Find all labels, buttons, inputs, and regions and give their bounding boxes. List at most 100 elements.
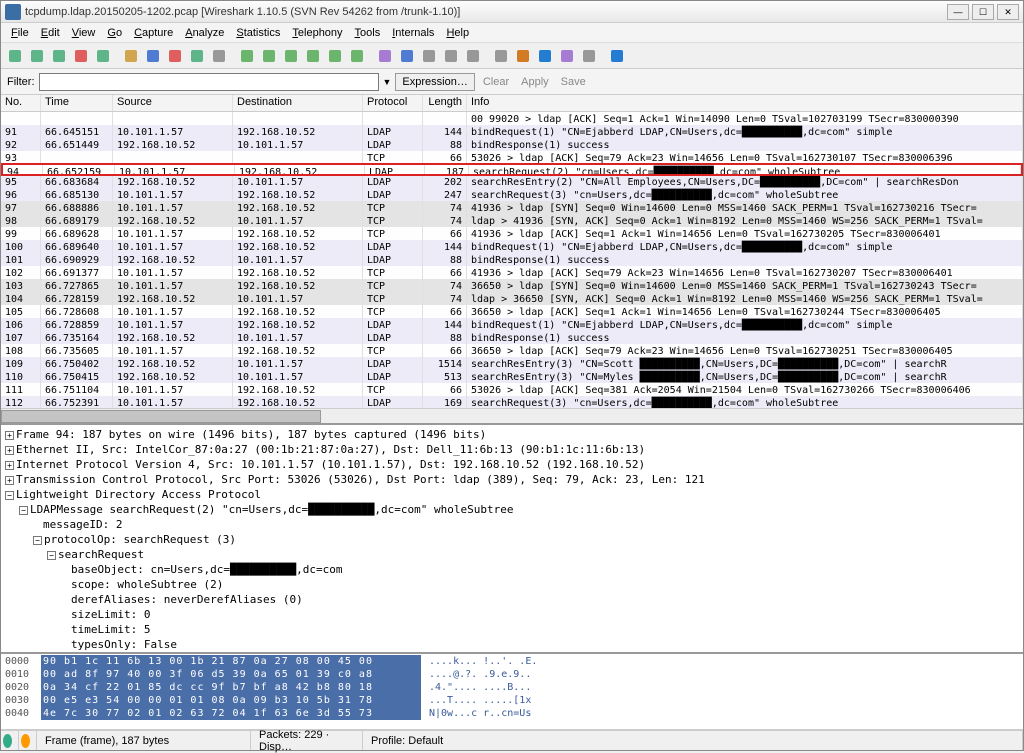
packet-row[interactable]: 00 99020 > ldap [ACK] Seq=1 Ack=1 Win=14… (1, 112, 1023, 125)
protocol-op: protocolOp: searchRequest (3) (44, 533, 236, 546)
column-header[interactable]: Source (113, 95, 233, 111)
menu-analyze[interactable]: Analyze (179, 27, 230, 39)
expression-button[interactable]: Expression… (395, 73, 474, 91)
packet-row[interactable]: 9866.689179192.168.10.5210.101.1.57TCP74… (1, 214, 1023, 227)
clear-button[interactable]: Clear (479, 76, 513, 88)
packet-row[interactable]: 10966.750402192.168.10.5210.101.1.57LDAP… (1, 357, 1023, 370)
column-header[interactable]: Length (423, 95, 467, 111)
menu-statistics[interactable]: Statistics (230, 27, 286, 39)
packet-details-pane[interactable]: +Frame 94: 187 bytes on wire (1496 bits)… (1, 425, 1023, 654)
coloring-rules-icon[interactable] (557, 46, 577, 66)
window-titlebar: tcpdump.ldap.20150205-1202.pcap [Wiresha… (1, 1, 1023, 23)
collapse-icon[interactable]: − (47, 551, 56, 560)
dropdown-icon[interactable]: ▼ (383, 77, 392, 87)
expand-icon[interactable]: + (5, 461, 14, 470)
menu-help[interactable]: Help (440, 27, 475, 39)
open-icon[interactable] (121, 46, 141, 66)
collapse-icon[interactable]: − (5, 491, 14, 500)
menu-view[interactable]: View (66, 27, 102, 39)
colorize-icon[interactable] (375, 46, 395, 66)
zoom-in-icon[interactable] (419, 46, 439, 66)
restart-icon[interactable] (93, 46, 113, 66)
column-header[interactable]: Info (467, 95, 1023, 111)
close-button[interactable]: ✕ (997, 4, 1019, 20)
collapse-icon[interactable]: − (19, 506, 28, 515)
packet-row[interactable]: 10466.728159192.168.10.5210.101.1.57TCP7… (1, 292, 1023, 305)
menu-file[interactable]: File (5, 27, 35, 39)
interfaces-icon[interactable] (5, 46, 25, 66)
column-header[interactable]: No. (1, 95, 41, 111)
goto-icon[interactable] (303, 46, 323, 66)
packet-row[interactable]: 11066.750415192.168.10.5210.101.1.57LDAP… (1, 370, 1023, 383)
collapse-icon[interactable]: − (33, 536, 42, 545)
column-header[interactable]: Destination (233, 95, 363, 111)
column-header[interactable]: Protocol (363, 95, 423, 111)
reload-icon[interactable] (187, 46, 207, 66)
packet-row[interactable]: 9466.65215910.101.1.57192.168.10.52LDAP1… (1, 163, 1023, 176)
menu-capture[interactable]: Capture (128, 27, 179, 39)
zoom-out-icon[interactable] (441, 46, 461, 66)
last-icon[interactable] (347, 46, 367, 66)
display-filters-icon[interactable] (535, 46, 555, 66)
packet-row[interactable]: 9166.64515110.101.1.57192.168.10.52LDAP1… (1, 125, 1023, 138)
stop-icon[interactable] (71, 46, 91, 66)
menu-tools[interactable]: Tools (349, 27, 387, 39)
menu-internals[interactable]: Internals (386, 27, 440, 39)
horizontal-scrollbar[interactable] (1, 408, 1023, 423)
menu-edit[interactable]: Edit (35, 27, 66, 39)
filter-input[interactable] (39, 73, 379, 91)
forward-icon[interactable] (281, 46, 301, 66)
packet-row[interactable]: 9266.651449192.168.10.5210.101.1.57LDAP8… (1, 138, 1023, 151)
packet-row[interactable]: 9566.683684192.168.10.5210.101.1.57LDAP2… (1, 175, 1023, 188)
menu-telephony[interactable]: Telephony (286, 27, 348, 39)
scope: scope: wholeSubtree (2) (71, 578, 223, 591)
status-profile: Profile: Default (363, 731, 1023, 750)
apply-button[interactable]: Apply (517, 76, 553, 88)
prefs-icon[interactable] (579, 46, 599, 66)
expand-icon[interactable]: + (5, 431, 14, 440)
packet-row[interactable]: 9966.68962810.101.1.57192.168.10.52TCP66… (1, 227, 1023, 240)
back-icon[interactable] (259, 46, 279, 66)
maximize-button[interactable]: ☐ (972, 4, 994, 20)
expand-icon[interactable]: + (5, 476, 14, 485)
packet-row[interactable]: 11266.75239110.101.1.57192.168.10.52LDAP… (1, 396, 1023, 409)
expert-info-icon[interactable] (3, 734, 12, 748)
packet-list-header: No.TimeSourceDestinationProtocolLengthIn… (1, 95, 1023, 112)
packet-row[interactable]: 10566.72860810.101.1.57192.168.10.52TCP6… (1, 305, 1023, 318)
save-icon[interactable] (143, 46, 163, 66)
column-header[interactable]: Time (41, 95, 113, 111)
capture-comment-icon[interactable] (21, 734, 30, 748)
packet-row[interactable]: 10866.73560510.101.1.57192.168.10.52TCP6… (1, 344, 1023, 357)
hex-row: 000090 b1 1c 11 6b 13 00 1b 21 87 0a 27 … (5, 655, 1019, 668)
packet-row[interactable]: 9666.68513010.101.1.57192.168.10.52LDAP2… (1, 188, 1023, 201)
expand-icon[interactable]: + (5, 446, 14, 455)
options-icon[interactable] (27, 46, 47, 66)
minimize-button[interactable]: — (947, 4, 969, 20)
print-icon[interactable] (209, 46, 229, 66)
main-toolbar (1, 43, 1023, 69)
packet-row[interactable]: 10666.72885910.101.1.57192.168.10.52LDAP… (1, 318, 1023, 331)
save-button[interactable]: Save (557, 76, 590, 88)
find-icon[interactable] (237, 46, 257, 66)
menu-go[interactable]: Go (101, 27, 128, 39)
first-icon[interactable] (325, 46, 345, 66)
packet-list-body[interactable]: 00 99020 > ldap [ACK] Seq=1 Ack=1 Win=14… (1, 112, 1023, 409)
packet-row[interactable]: 10266.69137710.101.1.57192.168.10.52TCP6… (1, 266, 1023, 279)
zoom-reset-icon[interactable] (463, 46, 483, 66)
packet-row[interactable]: 10066.68964010.101.1.57192.168.10.52LDAP… (1, 240, 1023, 253)
autoscroll-icon[interactable] (397, 46, 417, 66)
resize-cols-icon[interactable] (491, 46, 511, 66)
help-icon[interactable] (607, 46, 627, 66)
packet-row[interactable]: 11166.75110410.101.1.57192.168.10.52TCP6… (1, 383, 1023, 396)
ethernet-summary: Ethernet II, Src: IntelCor_87:0a:27 (00:… (16, 443, 645, 456)
packet-row[interactable]: 10766.735164192.168.10.5210.101.1.57LDAP… (1, 331, 1023, 344)
frame-summary: Frame 94: 187 bytes on wire (1496 bits),… (16, 428, 486, 441)
capture-filters-icon[interactable] (513, 46, 533, 66)
close-icon[interactable] (165, 46, 185, 66)
packet-row[interactable]: 9766.68888610.101.1.57192.168.10.52TCP74… (1, 201, 1023, 214)
packet-bytes-pane[interactable]: 000090 b1 1c 11 6b 13 00 1b 21 87 0a 27 … (1, 654, 1023, 730)
packet-row[interactable]: 10366.72786510.101.1.57192.168.10.52TCP7… (1, 279, 1023, 292)
packet-row[interactable]: 10166.690929192.168.10.5210.101.1.57LDAP… (1, 253, 1023, 266)
size-limit: sizeLimit: 0 (71, 608, 150, 621)
start-icon[interactable] (49, 46, 69, 66)
